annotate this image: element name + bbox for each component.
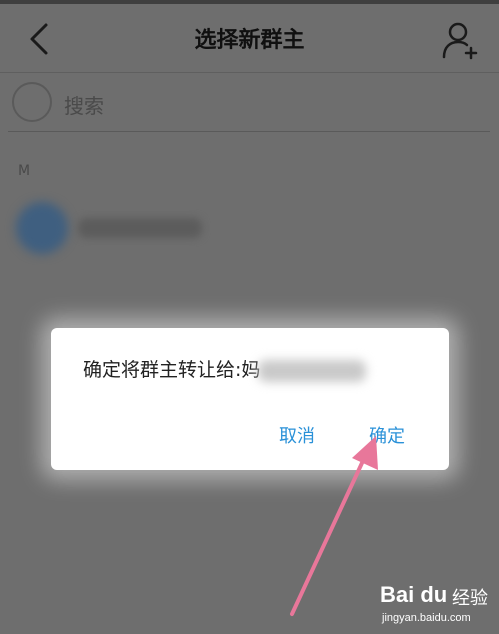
search-divider xyxy=(8,131,490,132)
search-icon[interactable] xyxy=(12,82,52,122)
header-divider xyxy=(0,72,499,73)
search-input[interactable]: 搜索 xyxy=(64,90,104,119)
contact-name-redacted[interactable] xyxy=(78,218,202,238)
page-title: 选择新群主 xyxy=(194,28,305,53)
person-add-icon[interactable] xyxy=(440,20,480,60)
watermark-brand: Bai du xyxy=(380,582,448,607)
dialog-message-text: 确定将群主转让给:妈 xyxy=(83,359,261,381)
screen: 选择新群主 搜索 M 确定将群主转让给:妈 取消 确定 Bai du 经验 ji… xyxy=(0,0,499,634)
baidu-jingyan-watermark: Bai du 经验 jingyan.baidu.com xyxy=(380,582,492,630)
watermark-url: jingyan.baidu.com xyxy=(382,612,471,624)
dialog-message: 确定将群主转让给:妈 xyxy=(83,355,367,382)
watermark-label: 经验 xyxy=(452,588,488,609)
avatar[interactable] xyxy=(16,202,68,254)
redacted-name xyxy=(258,359,367,382)
section-letter: M xyxy=(18,163,31,179)
arrow-annotation-icon xyxy=(290,436,378,616)
header: 选择新群主 xyxy=(0,4,499,72)
